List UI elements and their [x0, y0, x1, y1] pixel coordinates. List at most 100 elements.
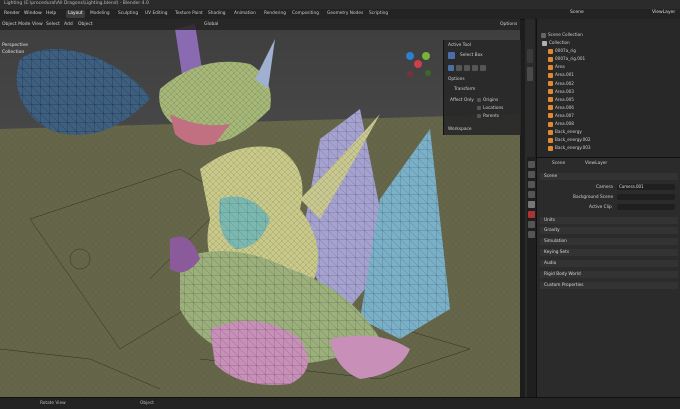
outliner-item[interactable]: Area.007	[536, 112, 680, 119]
mode-subtract-icon[interactable]	[464, 65, 470, 71]
mode-invert-icon[interactable]	[472, 65, 478, 71]
outliner-item-label: Area.002	[555, 80, 574, 86]
options-header[interactable]: Options	[448, 77, 465, 82]
tab-view-layer[interactable]	[528, 191, 535, 198]
menu-view[interactable]: View	[32, 22, 43, 27]
tab-scripting[interactable]: Scripting	[367, 10, 390, 18]
object-icon	[548, 81, 553, 86]
tab-world[interactable]	[528, 211, 535, 218]
outliner-item-label: 0007a_rig.001	[555, 56, 586, 62]
camera-field[interactable]: Camera.001	[617, 184, 675, 190]
active-clip-field[interactable]	[617, 204, 675, 210]
outliner-item[interactable]: 0007a_rig.001	[536, 55, 680, 62]
origins-checkbox[interactable]	[477, 98, 481, 102]
tab-tool[interactable]	[527, 67, 533, 81]
parents-checkbox[interactable]	[477, 114, 481, 118]
gravity-panel-header[interactable]: Gravity	[540, 227, 678, 234]
tab-scene[interactable]	[528, 201, 535, 208]
3d-viewport[interactable]	[0, 19, 520, 397]
background-scene-field[interactable]	[617, 194, 675, 200]
scene-panel-header[interactable]: Scene	[540, 173, 678, 180]
tab-sculpting[interactable]: Sculpting	[116, 10, 140, 18]
outliner-item-label: Area.008	[555, 121, 574, 126]
view-perspective-label: Perspective	[2, 43, 29, 48]
viewport-scene	[0, 19, 520, 397]
tab-layout[interactable]: Layout	[66, 10, 85, 18]
mode-dropdown[interactable]: Object Mode	[2, 22, 30, 27]
tab-compositing[interactable]: Compositing	[290, 10, 321, 18]
menu-help[interactable]: Help	[46, 11, 56, 16]
options-button[interactable]: Options	[500, 22, 517, 27]
tab-output[interactable]	[528, 181, 535, 188]
menu-render[interactable]: Render	[4, 11, 20, 16]
orientation-dropdown[interactable]: Global	[204, 22, 218, 27]
object-icon	[548, 72, 553, 78]
object-icon	[548, 113, 553, 119]
object-icon	[548, 97, 553, 103]
outliner-header: Scene ViewLayer	[536, 9, 680, 19]
camera-label: Camera	[596, 185, 613, 190]
tab-texture[interactable]	[528, 231, 535, 238]
outliner-item-label: Area.001	[555, 72, 574, 78]
tab-tool-props[interactable]	[528, 161, 535, 168]
outliner-item[interactable]: Back_energy.002	[536, 136, 680, 143]
object-icon	[548, 56, 553, 62]
tab-rendering[interactable]: Rendering	[262, 10, 288, 18]
custom-properties-panel-header[interactable]: Custom Properties	[540, 282, 678, 289]
menu-select[interactable]: Select	[46, 22, 60, 27]
outliner-root[interactable]: Scene Collection	[537, 31, 680, 38]
tab-collection[interactable]	[528, 221, 535, 228]
units-panel-header[interactable]: Units	[540, 217, 678, 224]
outliner-item[interactable]: Area.001	[536, 71, 680, 78]
tab-shading[interactable]: Shading	[206, 10, 227, 18]
window-title: Lighting (E:\procedural\All Dragons\Ligh…	[4, 1, 149, 6]
tab-texture-paint[interactable]: Texture Paint	[173, 10, 205, 18]
mode-extend-icon[interactable]	[456, 65, 462, 71]
transform-header[interactable]: Transform	[454, 87, 475, 92]
tool-panel: Active Tool Select Box Options Transform…	[443, 40, 521, 135]
outliner-item[interactable]: Area	[536, 63, 680, 70]
outliner-item[interactable]: Area.005	[536, 96, 680, 103]
tab-animation[interactable]: Animation	[232, 10, 258, 18]
tab-geometry-nodes[interactable]: Geometry Nodes	[325, 10, 365, 18]
active-tool-header[interactable]: Active Tool	[448, 43, 471, 48]
workspace-header[interactable]: Workspace	[448, 127, 472, 132]
menu-object[interactable]: Object	[78, 22, 93, 27]
outliner-item[interactable]: Back_energy	[536, 128, 680, 135]
outliner-item-label: Area.005	[555, 96, 574, 102]
outliner-item[interactable]: Area.006	[536, 104, 680, 111]
outliner-item-label: Back_energy.003	[555, 145, 591, 151]
status-rotate-view: Rotate View	[40, 401, 66, 406]
props-scene-name[interactable]: Scene	[552, 161, 565, 166]
props-view-layer[interactable]: ViewLayer	[585, 161, 607, 166]
mode-new-icon[interactable]	[448, 65, 454, 71]
object-icon	[548, 129, 553, 135]
outliner-item[interactable]: Back_energy.003	[536, 144, 680, 151]
audio-panel-header[interactable]: Audio	[540, 260, 678, 267]
menu-add[interactable]: Add	[64, 22, 73, 27]
scene-name[interactable]: Scene	[570, 10, 584, 15]
rigid-body-world-panel-header[interactable]: Rigid Body World	[540, 271, 678, 278]
outliner-item[interactable]: Collection	[536, 39, 680, 46]
outliner-item[interactable]: 0007a_rig	[536, 47, 680, 54]
keying-sets-panel-header[interactable]: Keying Sets	[540, 249, 678, 256]
outliner-item-label: Area.007	[555, 112, 574, 118]
outliner-item-label: Area.006	[555, 104, 574, 110]
outliner-item-label: Area	[555, 64, 565, 70]
tab-item[interactable]	[527, 49, 533, 63]
tab-uv-editing[interactable]: UV Editing	[143, 10, 169, 18]
simulation-panel-header[interactable]: Simulation	[540, 238, 678, 245]
active-clip-label: Active Clip	[589, 205, 612, 210]
status-object: Object	[140, 401, 154, 406]
outliner-item[interactable]: Area.002	[536, 80, 680, 87]
tab-render[interactable]	[528, 171, 535, 178]
outliner-item[interactable]: Area.008	[536, 120, 680, 127]
outliner-item[interactable]: Area.003	[536, 88, 680, 95]
mode-intersect-icon[interactable]	[480, 65, 486, 71]
locations-checkbox[interactable]	[477, 106, 481, 110]
select-box-icon[interactable]	[448, 52, 455, 59]
tab-modeling[interactable]: Modeling	[88, 10, 112, 18]
properties-tabs	[527, 157, 536, 397]
menu-window[interactable]: Window	[24, 11, 42, 16]
view-layer-name[interactable]: ViewLayer	[652, 10, 675, 15]
